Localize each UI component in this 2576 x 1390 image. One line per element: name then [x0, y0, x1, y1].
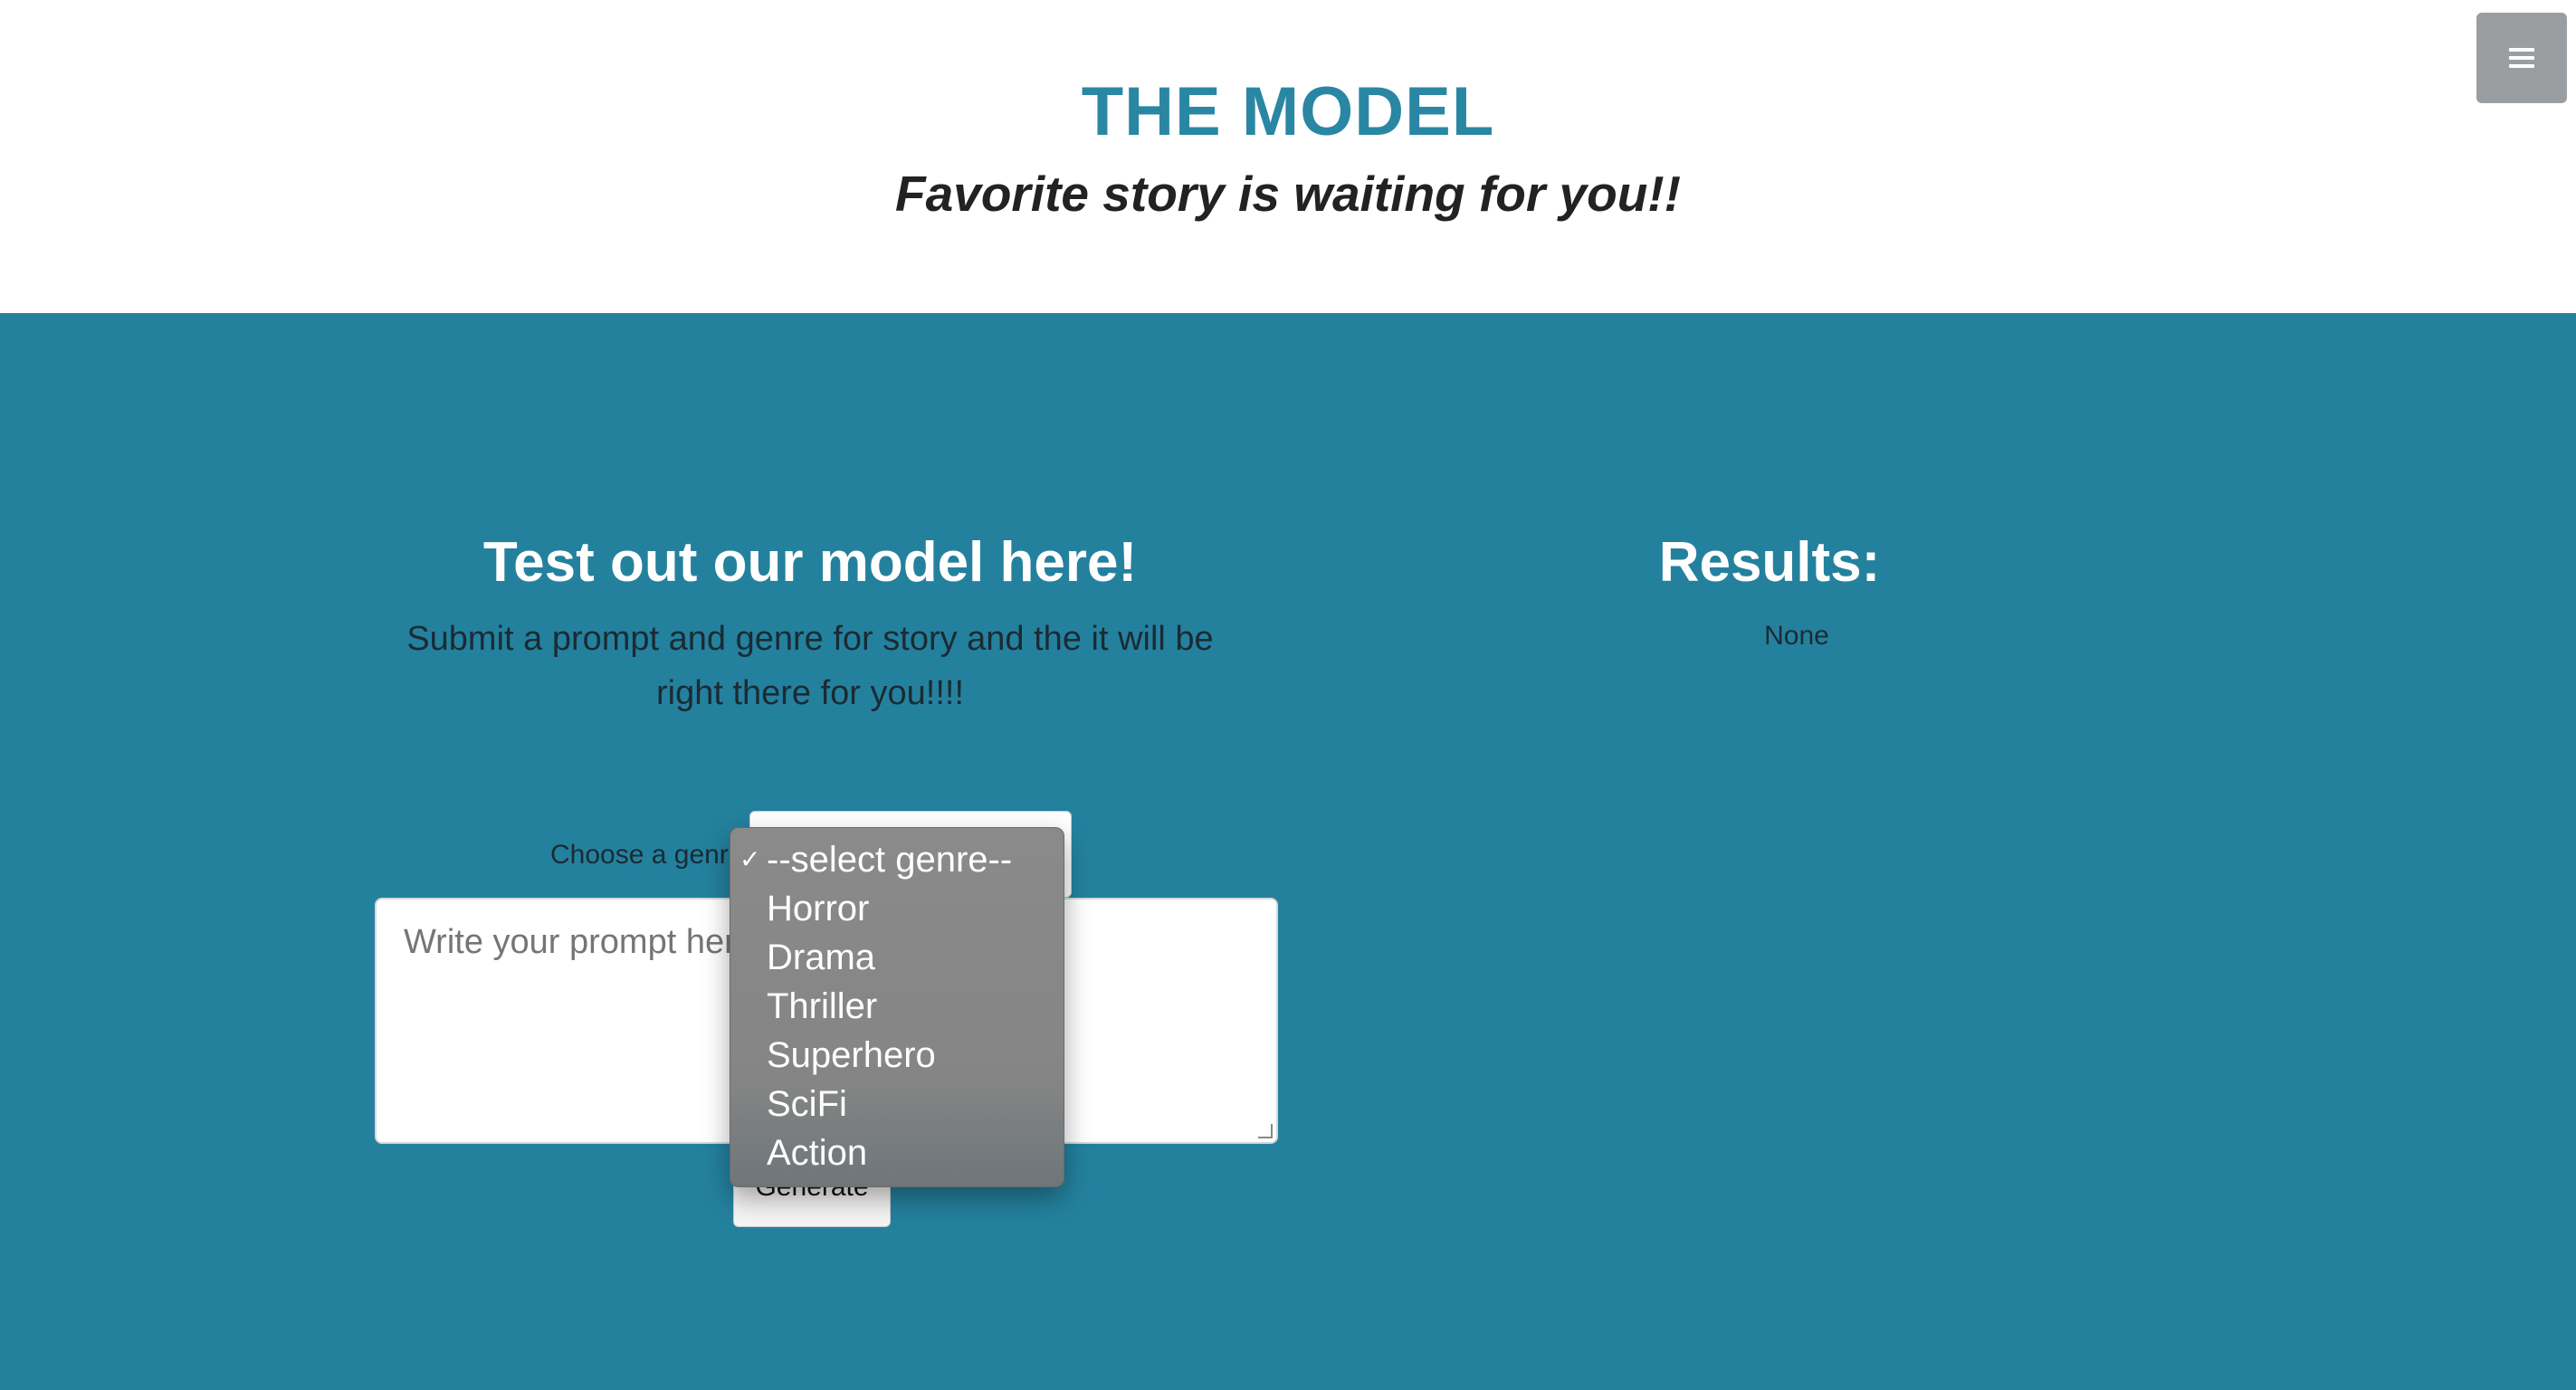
tagline: Favorite story is waiting for you!! — [895, 166, 1681, 222]
results-title: Results: — [1658, 531, 1881, 594]
page: THE MODEL Favorite story is waiting for … — [0, 0, 2576, 1390]
genre-label: Choose a genre — [550, 840, 744, 870]
form-title: Test out our model here! — [482, 531, 1138, 594]
genre-dropdown-list: ✓ --select genre-- Horror Drama Thriller… — [730, 827, 1064, 1187]
results-value: None — [1764, 621, 1829, 651]
genre-option[interactable]: Superhero — [730, 1031, 1064, 1080]
checkmark-icon: ✓ — [739, 845, 761, 873]
form-subtitle: Submit a prompt and genre for story and … — [406, 620, 1214, 712]
resize-handle-icon[interactable] — [1258, 1124, 1273, 1138]
hamburger-menu-icon — [2509, 43, 2534, 72]
genre-option[interactable]: Horror — [730, 884, 1064, 933]
main-section: Test out our model here! Submit a prompt… — [0, 313, 2576, 1390]
brand-title: THE MODEL — [1081, 73, 1495, 150]
genre-option[interactable]: Thriller — [730, 982, 1064, 1031]
menu-button[interactable] — [2476, 13, 2567, 103]
prompt-placeholder: Write your prompt here — [404, 923, 755, 961]
header: THE MODEL Favorite story is waiting for … — [0, 0, 2576, 313]
genre-option[interactable]: ✓ --select genre-- — [730, 835, 1064, 884]
genre-option[interactable]: SciFi — [730, 1080, 1064, 1128]
genre-option[interactable]: Drama — [730, 933, 1064, 982]
genre-option[interactable]: Action — [730, 1128, 1064, 1177]
